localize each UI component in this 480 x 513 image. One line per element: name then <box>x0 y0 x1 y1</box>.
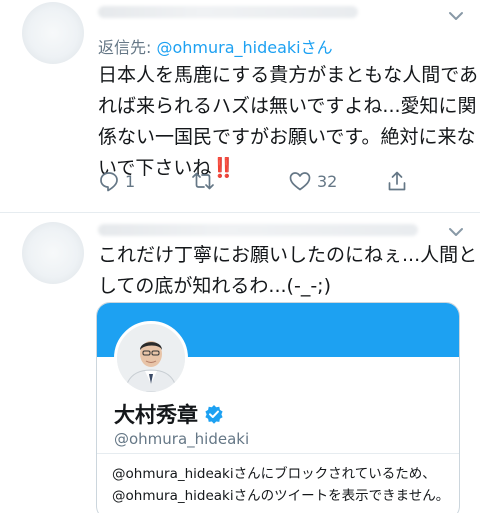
reply-count: 1 <box>125 171 136 191</box>
tweet-divider <box>0 212 480 213</box>
profile-name: 大村秀章 <box>114 403 198 427</box>
profile-handle: @ohmura_hideaki <box>114 430 250 448</box>
like-button[interactable]: 32 <box>288 170 337 192</box>
chevron-down-icon[interactable] <box>448 226 464 238</box>
verified-badge-icon <box>205 405 223 424</box>
reply-to-handle[interactable]: @ohmura_hideakiさん <box>156 38 332 57</box>
embedded-profile-card[interactable]: 大村秀章 @ohmura_hideaki @ohmura_hideakiさんにブ… <box>96 302 460 513</box>
share-button[interactable] <box>386 170 408 192</box>
reply-to-label: 返信先: <box>98 38 157 57</box>
tweet-text-line: これだけ丁寧にお願いしたのにねぇ...人間と <box>98 244 478 266</box>
tweet-text-line: 係ない一国民ですがお願いです。絶対に来な <box>98 126 476 148</box>
retweet-button[interactable] <box>190 170 216 192</box>
blocked-notice: @ohmura_hideakiさんにブロックされているため、 @ohmura_h… <box>112 463 449 507</box>
author-name-blurred <box>98 6 358 18</box>
profile-avatar[interactable] <box>114 321 188 395</box>
tweet-text-line: しての底が知れるわ...(-_-;) <box>98 275 331 297</box>
tweet-text-line: 日本人を馬鹿にする貴方がまともな人間であ <box>98 64 479 86</box>
tweet-text: 日本人を馬鹿にする貴方がまともな人間であ れば来られるハズは無いですよね...愛… <box>98 60 478 184</box>
like-icon <box>289 172 311 191</box>
retweet-icon <box>192 172 214 190</box>
person-photo-icon <box>117 324 185 392</box>
avatar[interactable] <box>22 222 84 284</box>
share-icon <box>388 171 406 191</box>
author-name-blurred <box>98 224 418 236</box>
tweet-actions: 1 32 <box>98 170 418 194</box>
reply-to: 返信先: @ohmura_hideakiさん <box>98 34 333 58</box>
profile-name-row: 大村秀章 <box>114 399 224 429</box>
avatar[interactable] <box>22 2 84 64</box>
blocked-notice-line: @ohmura_hideakiさんのツイートを表示できません。 <box>112 488 450 504</box>
chevron-down-icon[interactable] <box>448 10 464 22</box>
like-count: 32 <box>317 171 338 191</box>
reply-icon <box>100 172 118 192</box>
tweet-text: これだけ丁寧にお願いしたのにねぇ...人間と しての底が知れるわ...(-_-;… <box>98 240 477 302</box>
blocked-notice-line: @ohmura_hideakiさんにブロックされているため、 <box>112 466 436 482</box>
tweet-text-line: れば来られるハズは無いですよね...愛知に関 <box>98 95 477 117</box>
reply-button[interactable]: 1 <box>98 170 135 192</box>
card-divider <box>97 453 459 454</box>
